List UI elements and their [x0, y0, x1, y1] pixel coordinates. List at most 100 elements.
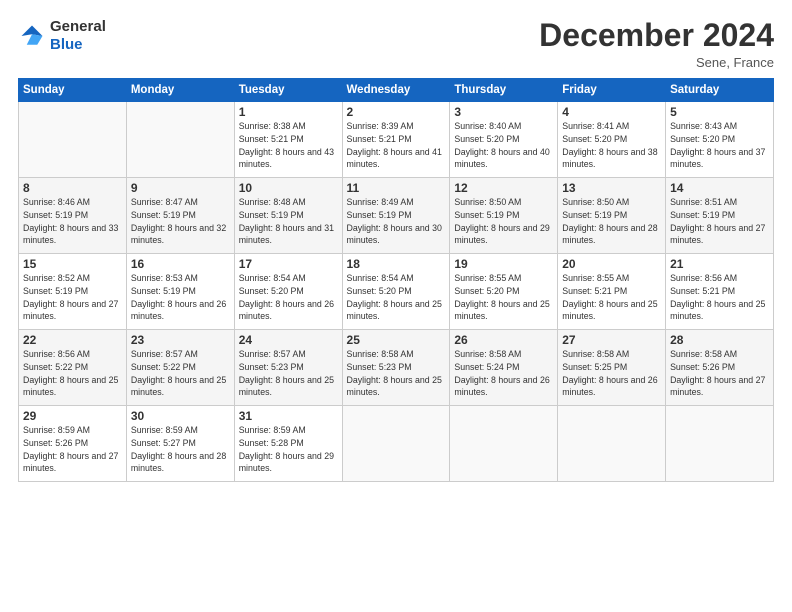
day-number: 21 — [670, 257, 769, 271]
col-header-friday: Friday — [558, 79, 666, 102]
day-detail: Sunrise: 8:58 AM Sunset: 5:24 PM Dayligh… — [454, 348, 553, 399]
week-row-2: 8Sunrise: 8:46 AM Sunset: 5:19 PM Daylig… — [19, 178, 774, 254]
week-row-5: 29Sunrise: 8:59 AM Sunset: 5:26 PM Dayli… — [19, 406, 774, 482]
page: General Blue December 2024 Sene, France … — [0, 0, 792, 612]
location: Sene, France — [539, 55, 774, 70]
day-number: 4 — [562, 105, 661, 119]
day-number: 22 — [23, 333, 122, 347]
day-number: 16 — [131, 257, 230, 271]
calendar-cell: 17Sunrise: 8:54 AM Sunset: 5:20 PM Dayli… — [234, 254, 342, 330]
calendar-cell — [342, 406, 450, 482]
calendar-cell: 3Sunrise: 8:40 AM Sunset: 5:20 PM Daylig… — [450, 102, 558, 178]
week-row-1: 1Sunrise: 8:38 AM Sunset: 5:21 PM Daylig… — [19, 102, 774, 178]
day-detail: Sunrise: 8:59 AM Sunset: 5:27 PM Dayligh… — [131, 424, 230, 475]
day-number: 2 — [347, 105, 446, 119]
day-detail: Sunrise: 8:49 AM Sunset: 5:19 PM Dayligh… — [347, 196, 446, 247]
day-detail: Sunrise: 8:39 AM Sunset: 5:21 PM Dayligh… — [347, 120, 446, 171]
calendar-cell: 26Sunrise: 8:58 AM Sunset: 5:24 PM Dayli… — [450, 330, 558, 406]
day-detail: Sunrise: 8:51 AM Sunset: 5:19 PM Dayligh… — [670, 196, 769, 247]
day-detail: Sunrise: 8:46 AM Sunset: 5:19 PM Dayligh… — [23, 196, 122, 247]
day-detail: Sunrise: 8:55 AM Sunset: 5:20 PM Dayligh… — [454, 272, 553, 323]
header-row: SundayMondayTuesdayWednesdayThursdayFrid… — [19, 79, 774, 102]
day-detail: Sunrise: 8:58 AM Sunset: 5:25 PM Dayligh… — [562, 348, 661, 399]
calendar-cell: 30Sunrise: 8:59 AM Sunset: 5:27 PM Dayli… — [126, 406, 234, 482]
day-number: 18 — [347, 257, 446, 271]
day-detail: Sunrise: 8:41 AM Sunset: 5:20 PM Dayligh… — [562, 120, 661, 171]
calendar-cell: 27Sunrise: 8:58 AM Sunset: 5:25 PM Dayli… — [558, 330, 666, 406]
calendar-cell — [558, 406, 666, 482]
day-number: 10 — [239, 181, 338, 195]
logo-general: General — [50, 18, 106, 35]
day-detail: Sunrise: 8:56 AM Sunset: 5:22 PM Dayligh… — [23, 348, 122, 399]
day-detail: Sunrise: 8:54 AM Sunset: 5:20 PM Dayligh… — [347, 272, 446, 323]
day-number: 12 — [454, 181, 553, 195]
calendar-cell: 14Sunrise: 8:51 AM Sunset: 5:19 PM Dayli… — [666, 178, 774, 254]
day-detail: Sunrise: 8:50 AM Sunset: 5:19 PM Dayligh… — [454, 196, 553, 247]
day-number: 31 — [239, 409, 338, 423]
calendar-cell: 18Sunrise: 8:54 AM Sunset: 5:20 PM Dayli… — [342, 254, 450, 330]
calendar-cell — [450, 406, 558, 482]
day-detail: Sunrise: 8:58 AM Sunset: 5:26 PM Dayligh… — [670, 348, 769, 399]
day-number: 3 — [454, 105, 553, 119]
calendar-cell: 29Sunrise: 8:59 AM Sunset: 5:26 PM Dayli… — [19, 406, 127, 482]
day-detail: Sunrise: 8:50 AM Sunset: 5:19 PM Dayligh… — [562, 196, 661, 247]
calendar-cell: 13Sunrise: 8:50 AM Sunset: 5:19 PM Dayli… — [558, 178, 666, 254]
day-number: 13 — [562, 181, 661, 195]
calendar-cell: 11Sunrise: 8:49 AM Sunset: 5:19 PM Dayli… — [342, 178, 450, 254]
day-number: 25 — [347, 333, 446, 347]
calendar-cell: 24Sunrise: 8:57 AM Sunset: 5:23 PM Dayli… — [234, 330, 342, 406]
calendar-cell: 2Sunrise: 8:39 AM Sunset: 5:21 PM Daylig… — [342, 102, 450, 178]
day-number: 20 — [562, 257, 661, 271]
day-detail: Sunrise: 8:47 AM Sunset: 5:19 PM Dayligh… — [131, 196, 230, 247]
calendar-cell: 8Sunrise: 8:46 AM Sunset: 5:19 PM Daylig… — [19, 178, 127, 254]
day-detail: Sunrise: 8:58 AM Sunset: 5:23 PM Dayligh… — [347, 348, 446, 399]
day-number: 11 — [347, 181, 446, 195]
calendar-cell — [126, 102, 234, 178]
day-number: 15 — [23, 257, 122, 271]
day-detail: Sunrise: 8:40 AM Sunset: 5:20 PM Dayligh… — [454, 120, 553, 171]
day-number: 14 — [670, 181, 769, 195]
day-number: 30 — [131, 409, 230, 423]
week-row-4: 22Sunrise: 8:56 AM Sunset: 5:22 PM Dayli… — [19, 330, 774, 406]
header: General Blue December 2024 Sene, France — [18, 18, 774, 70]
calendar-cell: 9Sunrise: 8:47 AM Sunset: 5:19 PM Daylig… — [126, 178, 234, 254]
day-detail: Sunrise: 8:57 AM Sunset: 5:22 PM Dayligh… — [131, 348, 230, 399]
calendar-cell: 31Sunrise: 8:59 AM Sunset: 5:28 PM Dayli… — [234, 406, 342, 482]
day-number: 23 — [131, 333, 230, 347]
calendar-cell: 15Sunrise: 8:52 AM Sunset: 5:19 PM Dayli… — [19, 254, 127, 330]
calendar-cell: 25Sunrise: 8:58 AM Sunset: 5:23 PM Dayli… — [342, 330, 450, 406]
day-detail: Sunrise: 8:52 AM Sunset: 5:19 PM Dayligh… — [23, 272, 122, 323]
calendar-cell: 4Sunrise: 8:41 AM Sunset: 5:20 PM Daylig… — [558, 102, 666, 178]
day-number: 29 — [23, 409, 122, 423]
day-number: 9 — [131, 181, 230, 195]
calendar-cell: 19Sunrise: 8:55 AM Sunset: 5:20 PM Dayli… — [450, 254, 558, 330]
day-number: 1 — [239, 105, 338, 119]
day-number: 8 — [23, 181, 122, 195]
day-detail: Sunrise: 8:38 AM Sunset: 5:21 PM Dayligh… — [239, 120, 338, 171]
week-row-3: 15Sunrise: 8:52 AM Sunset: 5:19 PM Dayli… — [19, 254, 774, 330]
day-number: 24 — [239, 333, 338, 347]
calendar-cell: 23Sunrise: 8:57 AM Sunset: 5:22 PM Dayli… — [126, 330, 234, 406]
logo-text: General Blue — [50, 18, 106, 54]
day-detail: Sunrise: 8:54 AM Sunset: 5:20 PM Dayligh… — [239, 272, 338, 323]
day-detail: Sunrise: 8:55 AM Sunset: 5:21 PM Dayligh… — [562, 272, 661, 323]
logo-icon — [18, 22, 46, 50]
col-header-wednesday: Wednesday — [342, 79, 450, 102]
calendar-cell: 21Sunrise: 8:56 AM Sunset: 5:21 PM Dayli… — [666, 254, 774, 330]
day-detail: Sunrise: 8:56 AM Sunset: 5:21 PM Dayligh… — [670, 272, 769, 323]
day-detail: Sunrise: 8:43 AM Sunset: 5:20 PM Dayligh… — [670, 120, 769, 171]
calendar-cell: 1Sunrise: 8:38 AM Sunset: 5:21 PM Daylig… — [234, 102, 342, 178]
day-detail: Sunrise: 8:59 AM Sunset: 5:28 PM Dayligh… — [239, 424, 338, 475]
logo: General Blue — [18, 18, 106, 54]
calendar-cell: 5Sunrise: 8:43 AM Sunset: 5:20 PM Daylig… — [666, 102, 774, 178]
logo-blue: Blue — [50, 36, 83, 53]
col-header-thursday: Thursday — [450, 79, 558, 102]
day-number: 28 — [670, 333, 769, 347]
month-title: December 2024 — [539, 18, 774, 53]
col-header-monday: Monday — [126, 79, 234, 102]
day-number: 17 — [239, 257, 338, 271]
title-block: December 2024 Sene, France — [539, 18, 774, 70]
day-detail: Sunrise: 8:57 AM Sunset: 5:23 PM Dayligh… — [239, 348, 338, 399]
day-number: 27 — [562, 333, 661, 347]
calendar-cell: 10Sunrise: 8:48 AM Sunset: 5:19 PM Dayli… — [234, 178, 342, 254]
